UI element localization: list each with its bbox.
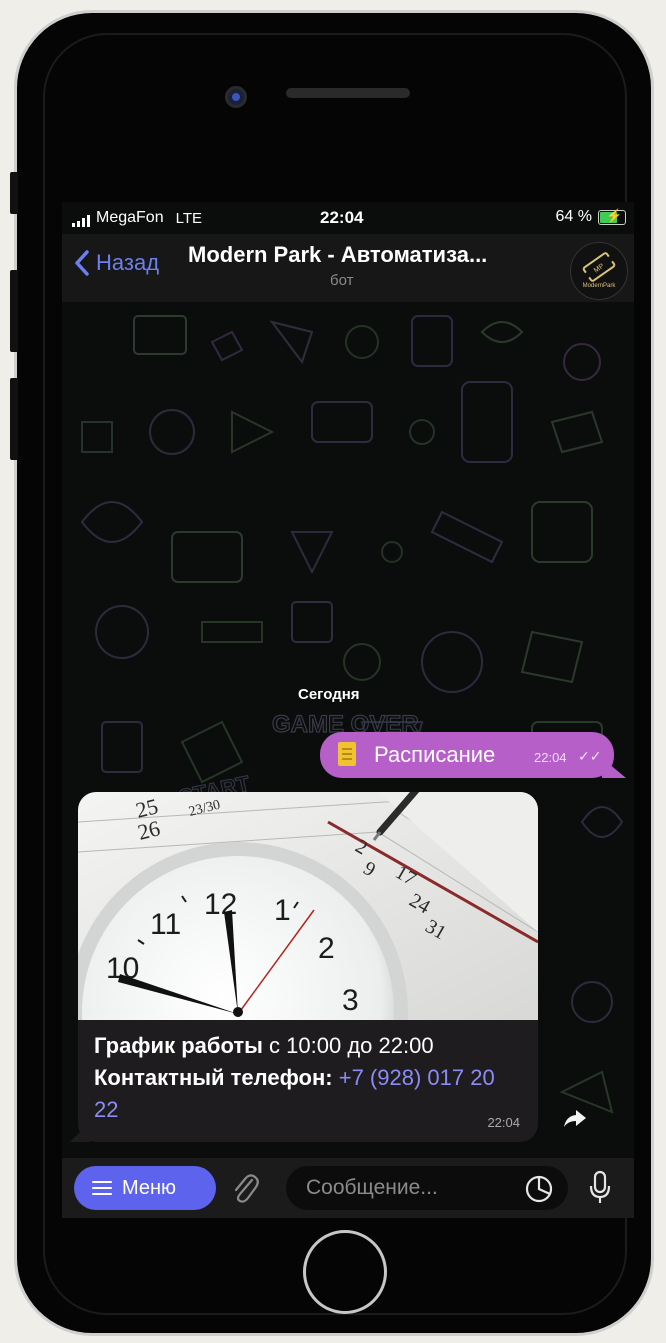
- home-button[interactable]: [303, 1230, 387, 1314]
- network-type: LTE: [175, 210, 202, 227]
- back-label: Назад: [96, 250, 160, 275]
- chat-title[interactable]: Modern Park - Автоматиза...: [188, 242, 487, 268]
- mute-switch: [10, 172, 18, 214]
- earpiece-speaker: [286, 88, 410, 98]
- front-camera: [225, 86, 247, 108]
- clock-calendar-photo[interactable]: 25 23/30 26 2 9 17 24 31 10 11 12 1 2 3: [78, 792, 538, 1020]
- avatar-label: ModernPark: [582, 283, 616, 289]
- document-icon: [338, 742, 356, 766]
- chat-header: Назад Modern Park - Автоматиза... бот MP…: [62, 234, 634, 302]
- back-button[interactable]: Назад: [74, 250, 159, 276]
- message-caption: График работы с 10:00 до 22:00 Контактны…: [94, 1030, 524, 1126]
- battery-icon: ⚡: [598, 208, 626, 225]
- clock-time: 22:04: [320, 208, 364, 227]
- clock-number-2: 2: [318, 932, 335, 965]
- outgoing-message-text: Расписание: [374, 742, 496, 767]
- status-right: 64 % ⚡: [556, 208, 626, 226]
- outgoing-message-time: 22:04: [534, 750, 567, 765]
- clock-number-11: 11: [150, 908, 181, 941]
- forward-icon[interactable]: [562, 1106, 588, 1130]
- screen: GAME OVER PRESS START MegaFon LTE 22:04 …: [62, 202, 634, 1218]
- hours-value: с 10:00 до 22:00: [262, 1033, 434, 1058]
- caption-line-phone: Контактный телефон: +7 (928) 017 20 22: [94, 1062, 524, 1126]
- input-bar: Меню: [62, 1158, 634, 1218]
- clock-number-3: 3: [342, 984, 359, 1017]
- ticket-logo-icon: MP: [582, 252, 616, 282]
- battery-percent: 64 %: [555, 208, 592, 225]
- caption-line-hours: График работы с 10:00 до 22:00: [94, 1030, 524, 1062]
- date-separator: Сегодня: [298, 686, 360, 703]
- incoming-message-time: 22:04: [487, 1115, 520, 1130]
- carrier-name: MegaFon: [96, 209, 164, 226]
- incoming-message[interactable]: 25 23/30 26 2 9 17 24 31 10 11 12 1 2 3: [78, 792, 538, 1142]
- menu-label: Меню: [122, 1176, 177, 1199]
- paperclip-icon[interactable]: [230, 1172, 260, 1204]
- volume-up-button: [10, 270, 18, 352]
- outgoing-message[interactable]: Расписание 22:04 ✓✓: [320, 732, 614, 778]
- clock-number-1: 1: [274, 894, 291, 927]
- menu-icon: [92, 1181, 112, 1195]
- volume-down-button: [10, 378, 18, 460]
- hours-label: График работы: [94, 1033, 263, 1058]
- microphone-icon[interactable]: [588, 1170, 612, 1206]
- phone-label: Контактный телефон:: [94, 1065, 333, 1090]
- chevron-left-icon: [75, 250, 89, 276]
- sticker-icon[interactable]: [524, 1174, 554, 1204]
- status-bar: MegaFon LTE 22:04 64 % ⚡: [62, 202, 634, 234]
- chat-subtitle: бот: [330, 272, 354, 289]
- bot-avatar[interactable]: MP ModernPark: [570, 242, 628, 300]
- menu-button[interactable]: Меню: [74, 1166, 216, 1210]
- status-left: MegaFon LTE: [72, 209, 202, 227]
- signal-icon: [72, 215, 90, 227]
- clock-number-12: 12: [204, 888, 237, 921]
- read-check-icon: ✓✓: [578, 748, 602, 764]
